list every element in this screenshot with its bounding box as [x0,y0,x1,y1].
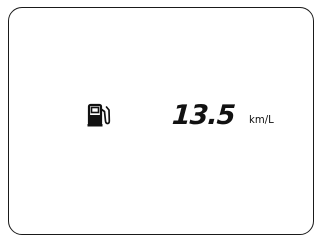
fuel-economy-value: 13.5 [170,100,236,131]
fuel-pump-icon [87,102,113,128]
fuel-economy-unit: km/L [249,113,274,126]
lcd-display-panel: 13.5 km/L [8,7,314,235]
